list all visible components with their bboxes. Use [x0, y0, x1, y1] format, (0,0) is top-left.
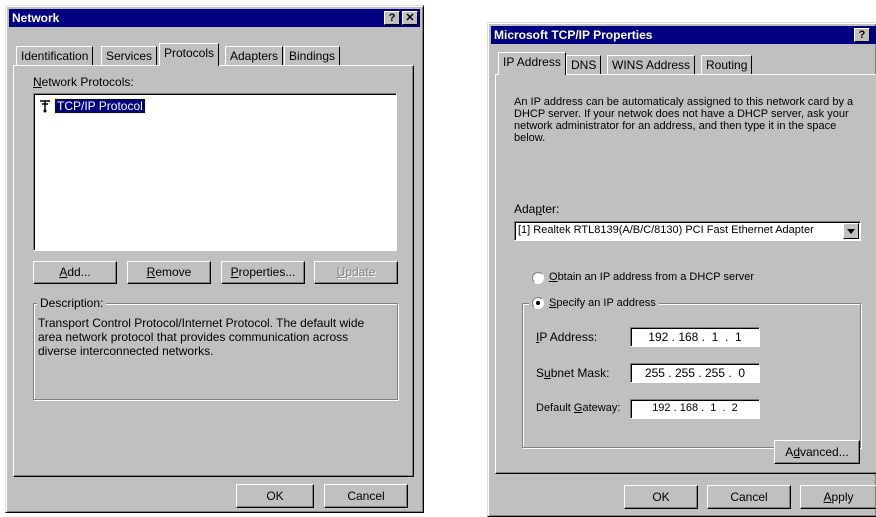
- ok-button[interactable]: OK: [236, 484, 314, 508]
- obtain-ip-label: Obtain an IP address from a DHCP server: [549, 271, 755, 283]
- network-protocols-label: Network Protocols:: [33, 75, 134, 89]
- subnet-mask-field[interactable]: 255 . 255 . 255 . 0: [630, 363, 760, 383]
- description-text: Transport Control Protocol/Internet Prot…: [38, 316, 365, 358]
- subnet-mask-label: Subnet Mask:: [536, 366, 610, 380]
- tab-services[interactable]: Services: [101, 46, 158, 66]
- protocol-list[interactable]: TCP/IP Protocol: [33, 93, 397, 251]
- default-gateway-label: Default Gateway:: [536, 402, 621, 414]
- subnet-mask-value: 255 . 255 . 255 . 0: [644, 366, 746, 380]
- tab-adapters[interactable]: Adapters: [225, 46, 284, 66]
- tab-bindings[interactable]: Bindings: [284, 46, 341, 66]
- list-item[interactable]: TCP/IP Protocol: [38, 98, 146, 114]
- close-icon: ✕: [405, 12, 415, 24]
- advanced-button[interactable]: Advanced...: [774, 440, 860, 464]
- default-gateway-field[interactable]: 192 . 168 . 1 . 2: [630, 399, 760, 419]
- adapter-select[interactable]: [1] Realtek RTL8139(A/B/C/8130) PCI Fast…: [514, 221, 861, 241]
- network-titlebar: Network ? ✕: [9, 9, 420, 27]
- protocol-item-label: TCP/IP Protocol: [54, 98, 146, 114]
- network-protocol-icon: [38, 99, 52, 113]
- add-button[interactable]: Add...: [33, 261, 117, 284]
- protocols-panel: Network Protocols: TCP/IP Protocol Add..…: [13, 65, 414, 477]
- ip-address-label: IP Address:: [536, 330, 598, 344]
- tcpip-titlebar: Microsoft TCP/IP Properties ?: [491, 26, 876, 44]
- network-help-button[interactable]: ?: [384, 11, 400, 25]
- adapter-select-value: [1] Realtek RTL8139(A/B/C/8130) PCI Fast…: [518, 224, 814, 236]
- specify-ip-radio[interactable]: [532, 297, 544, 309]
- tab-ip-address[interactable]: IP Address: [498, 52, 566, 75]
- specify-ip-legend: Specify an IP address: [529, 295, 659, 311]
- tab-identification[interactable]: Identification: [16, 46, 94, 66]
- tab-dns[interactable]: DNS: [566, 55, 602, 75]
- info-text: An IP address can be automaticaly assign…: [514, 96, 854, 144]
- tab-protocols[interactable]: Protocols: [159, 43, 220, 66]
- update-button[interactable]: Update: [314, 261, 398, 284]
- chevron-down-icon[interactable]: [843, 223, 859, 239]
- remove-button[interactable]: Remove: [127, 261, 211, 284]
- network-close-button[interactable]: ✕: [402, 11, 418, 25]
- tab-wins-address[interactable]: WINS Address: [607, 55, 696, 75]
- cancel-button[interactable]: Cancel: [707, 485, 791, 509]
- obtain-ip-radio[interactable]: [532, 272, 544, 284]
- adapter-label: Adapter:: [514, 202, 560, 216]
- ip-address-panel: An IP address can be automaticaly assign…: [495, 74, 876, 474]
- default-gateway-value: 192 . 168 . 1 . 2: [652, 402, 738, 414]
- specify-ip-label: Specify an IP address: [549, 297, 656, 309]
- network-title: Network: [12, 11, 60, 25]
- ok-button[interactable]: OK: [624, 485, 698, 509]
- tcpip-dialog: Microsoft TCP/IP Properties ? IP Address…: [487, 22, 876, 517]
- ip-address-field[interactable]: 192 . 168 . 1 . 1: [630, 327, 760, 347]
- tcpip-title: Microsoft TCP/IP Properties: [494, 28, 653, 42]
- network-dialog: Network ? ✕ Identification Services Prot…: [5, 5, 424, 513]
- tcpip-help-button[interactable]: ?: [854, 28, 870, 42]
- tab-routing[interactable]: Routing: [701, 55, 753, 75]
- apply-button[interactable]: Apply: [800, 485, 876, 509]
- cancel-button[interactable]: Cancel: [324, 484, 408, 508]
- properties-button[interactable]: Properties...: [221, 261, 305, 284]
- ip-address-value: 192 . 168 . 1 . 1: [648, 330, 742, 344]
- description-label: Description:: [37, 296, 107, 310]
